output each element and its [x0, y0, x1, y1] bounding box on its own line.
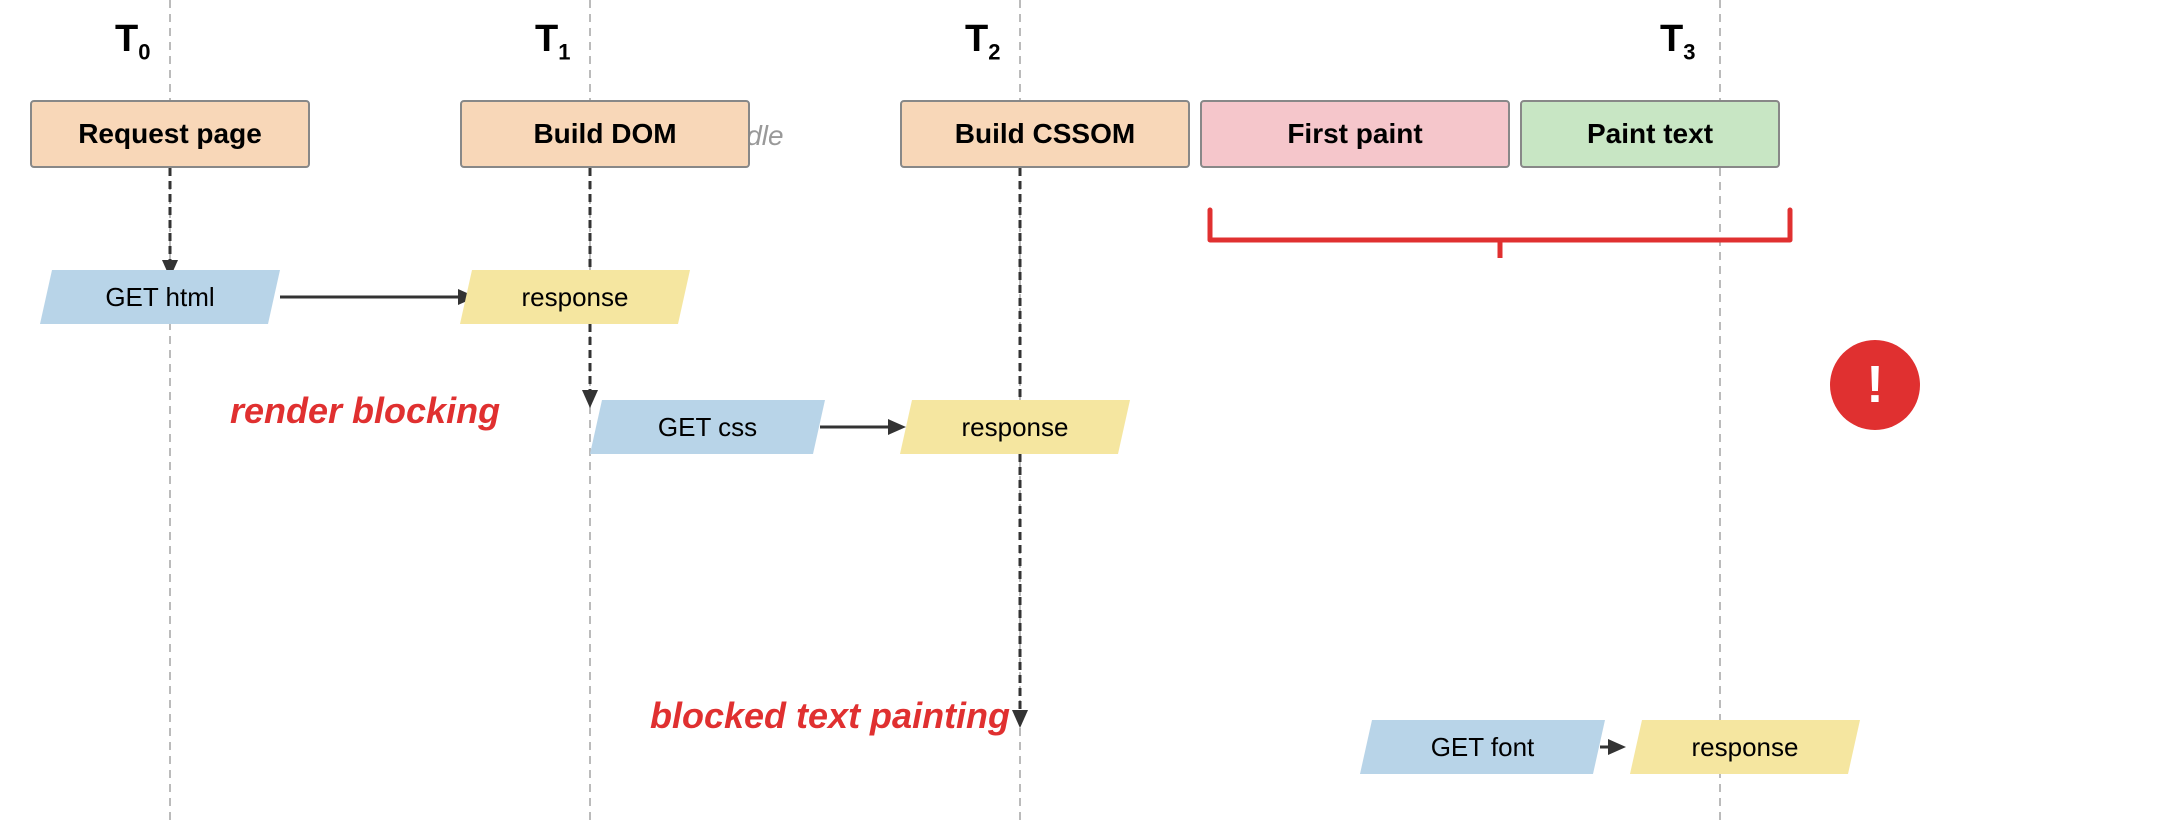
first-paint-box: First paint: [1200, 100, 1510, 168]
diagram: T0 T1 T2 T3 idle idle Request page Build…: [0, 0, 2177, 824]
time-label-t0: T0: [115, 18, 150, 66]
response-html-box: response: [460, 270, 690, 324]
get-html-box: GET html: [40, 270, 280, 324]
response-css-box: response: [900, 400, 1130, 454]
blocked-text-painting-label: blocked text painting: [650, 695, 1010, 737]
warning-icon: !: [1830, 340, 1920, 430]
build-dom-box: Build DOM: [460, 100, 750, 168]
time-label-t3: T3: [1660, 18, 1695, 66]
time-label-t2: T2: [965, 18, 1000, 66]
time-label-t1: T1: [535, 18, 570, 66]
request-page-box: Request page: [30, 100, 310, 168]
paint-text-box: Paint text: [1520, 100, 1780, 168]
get-css-box: GET css: [590, 400, 825, 454]
get-font-box: GET font: [1360, 720, 1605, 774]
render-blocking-label: render blocking: [230, 390, 500, 432]
response-font-box: response: [1630, 720, 1860, 774]
build-cssom-box: Build CSSOM: [900, 100, 1190, 168]
